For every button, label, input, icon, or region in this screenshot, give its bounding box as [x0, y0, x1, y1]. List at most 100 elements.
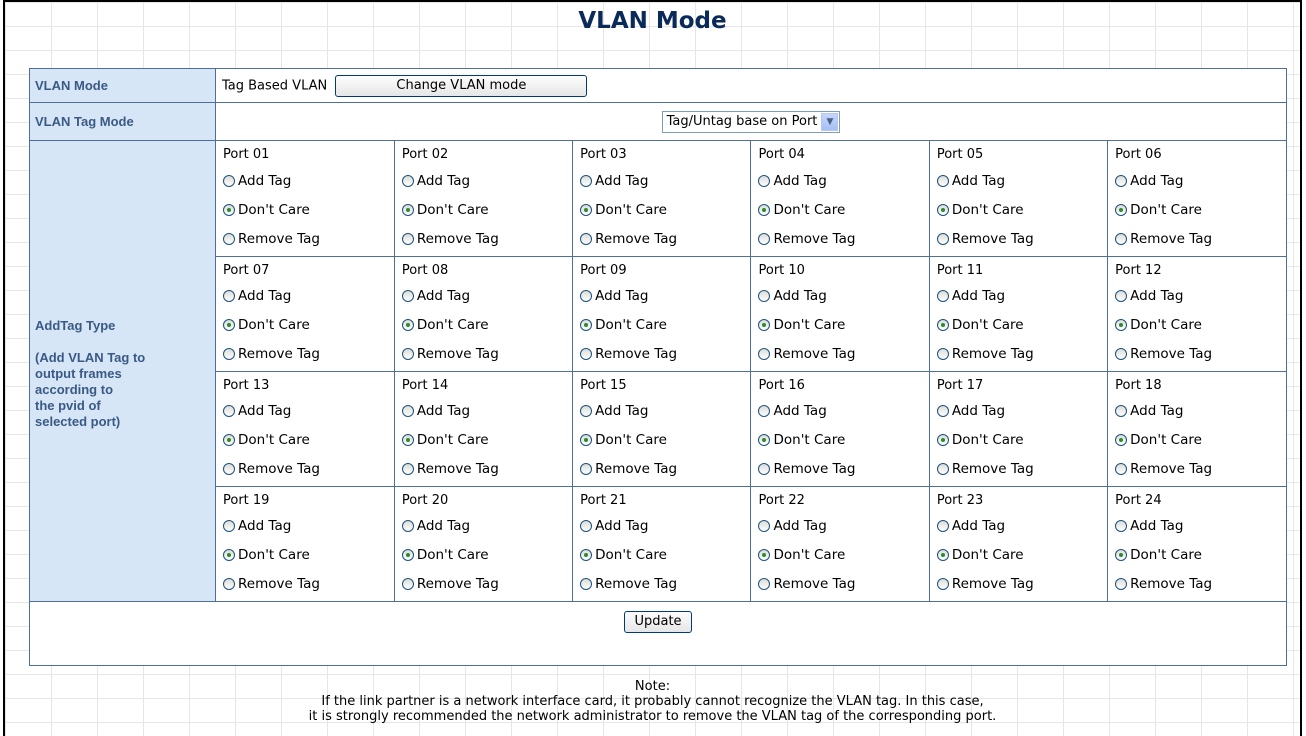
radio-button[interactable]: [401, 290, 414, 302]
radio-button[interactable]: [1115, 434, 1128, 446]
port-option[interactable]: Don't Care: [758, 195, 928, 224]
port-option[interactable]: Don't Care: [758, 541, 928, 570]
radio-button[interactable]: [401, 348, 414, 360]
port-option[interactable]: Add Tag: [401, 512, 572, 541]
radio-button[interactable]: [758, 232, 771, 245]
radio-button[interactable]: [758, 578, 771, 590]
radio-button[interactable]: [936, 463, 949, 475]
port-option[interactable]: Remove Tag: [223, 455, 394, 484]
port-option[interactable]: Don't Care: [401, 195, 572, 224]
port-option[interactable]: Remove Tag: [758, 455, 928, 484]
port-option[interactable]: Remove Tag: [936, 224, 1107, 253]
port-option[interactable]: Remove Tag: [580, 570, 750, 599]
port-option[interactable]: Remove Tag: [1115, 455, 1286, 484]
radio-button[interactable]: [401, 520, 414, 532]
vlan-tag-mode-select[interactable]: Tag/Untag base on Port ▼: [661, 110, 841, 133]
radio-button[interactable]: [401, 232, 414, 245]
port-option[interactable]: Add Tag: [758, 166, 928, 195]
radio-button[interactable]: [758, 174, 771, 187]
port-option[interactable]: Add Tag: [1115, 512, 1286, 541]
port-option[interactable]: Don't Care: [1115, 195, 1286, 224]
radio-button[interactable]: [223, 434, 235, 446]
radio-button[interactable]: [223, 348, 235, 360]
port-option[interactable]: Remove Tag: [223, 340, 394, 369]
radio-button[interactable]: [223, 319, 235, 331]
update-button[interactable]: Update: [624, 610, 692, 633]
radio-button[interactable]: [758, 434, 771, 446]
port-option[interactable]: Remove Tag: [1115, 340, 1286, 369]
port-option[interactable]: Remove Tag: [1115, 570, 1286, 599]
radio-button[interactable]: [580, 174, 593, 187]
port-option[interactable]: Add Tag: [758, 282, 928, 311]
radio-button[interactable]: [580, 520, 593, 532]
port-option[interactable]: Add Tag: [580, 512, 750, 541]
port-option[interactable]: Remove Tag: [580, 340, 750, 369]
radio-button[interactable]: [1115, 348, 1128, 360]
radio-button[interactable]: [758, 463, 771, 475]
port-option[interactable]: Don't Care: [758, 426, 928, 455]
port-option[interactable]: Don't Care: [936, 195, 1107, 224]
radio-button[interactable]: [758, 319, 771, 331]
port-option[interactable]: Remove Tag: [758, 340, 928, 369]
port-option[interactable]: Add Tag: [1115, 166, 1286, 195]
port-option[interactable]: Don't Care: [1115, 311, 1286, 340]
port-option[interactable]: Remove Tag: [401, 570, 572, 599]
radio-button[interactable]: [758, 520, 771, 532]
port-option[interactable]: Don't Care: [401, 311, 572, 340]
radio-button[interactable]: [580, 434, 593, 446]
port-option[interactable]: Add Tag: [401, 166, 572, 195]
port-option[interactable]: Remove Tag: [936, 570, 1107, 599]
port-option[interactable]: Don't Care: [936, 426, 1107, 455]
radio-button[interactable]: [580, 232, 593, 245]
port-option[interactable]: Don't Care: [580, 195, 750, 224]
port-option[interactable]: Remove Tag: [1115, 224, 1286, 253]
radio-button[interactable]: [1115, 520, 1128, 532]
radio-button[interactable]: [580, 203, 593, 216]
radio-button[interactable]: [401, 319, 414, 331]
port-option[interactable]: Add Tag: [936, 282, 1107, 311]
radio-button[interactable]: [936, 405, 949, 417]
port-option[interactable]: Add Tag: [936, 397, 1107, 426]
port-option[interactable]: Don't Care: [223, 195, 394, 224]
radio-button[interactable]: [936, 578, 949, 590]
radio-button[interactable]: [223, 520, 235, 532]
port-option[interactable]: Don't Care: [758, 311, 928, 340]
port-option[interactable]: Remove Tag: [758, 224, 928, 253]
port-option[interactable]: Don't Care: [580, 426, 750, 455]
radio-button[interactable]: [758, 549, 771, 561]
port-option[interactable]: Add Tag: [758, 512, 928, 541]
radio-button[interactable]: [1115, 203, 1128, 216]
radio-button[interactable]: [1115, 174, 1128, 187]
port-option[interactable]: Don't Care: [223, 426, 394, 455]
port-option[interactable]: Don't Care: [223, 541, 394, 570]
port-option[interactable]: Don't Care: [401, 426, 572, 455]
radio-button[interactable]: [936, 174, 949, 187]
radio-button[interactable]: [1115, 319, 1128, 331]
port-option[interactable]: Add Tag: [223, 282, 394, 311]
port-option[interactable]: Remove Tag: [936, 340, 1107, 369]
radio-button[interactable]: [401, 405, 414, 417]
radio-button[interactable]: [1115, 549, 1128, 561]
port-option[interactable]: Remove Tag: [223, 224, 394, 253]
radio-button[interactable]: [580, 319, 593, 331]
port-option[interactable]: Add Tag: [223, 397, 394, 426]
radio-button[interactable]: [580, 405, 593, 417]
port-option[interactable]: Don't Care: [223, 311, 394, 340]
port-option[interactable]: Don't Care: [1115, 426, 1286, 455]
radio-button[interactable]: [936, 549, 949, 561]
chevron-down-icon[interactable]: ▼: [821, 112, 839, 131]
radio-button[interactable]: [936, 203, 949, 216]
radio-button[interactable]: [758, 348, 771, 360]
port-option[interactable]: Remove Tag: [401, 455, 572, 484]
radio-button[interactable]: [401, 203, 414, 216]
radio-button[interactable]: [1115, 290, 1128, 302]
port-option[interactable]: Add Tag: [758, 397, 928, 426]
port-option[interactable]: Remove Tag: [401, 340, 572, 369]
radio-button[interactable]: [1115, 578, 1128, 590]
port-option[interactable]: Add Tag: [1115, 282, 1286, 311]
port-option[interactable]: Remove Tag: [580, 224, 750, 253]
port-option[interactable]: Add Tag: [1115, 397, 1286, 426]
radio-button[interactable]: [936, 290, 949, 302]
radio-button[interactable]: [758, 203, 771, 216]
radio-button[interactable]: [401, 463, 414, 475]
